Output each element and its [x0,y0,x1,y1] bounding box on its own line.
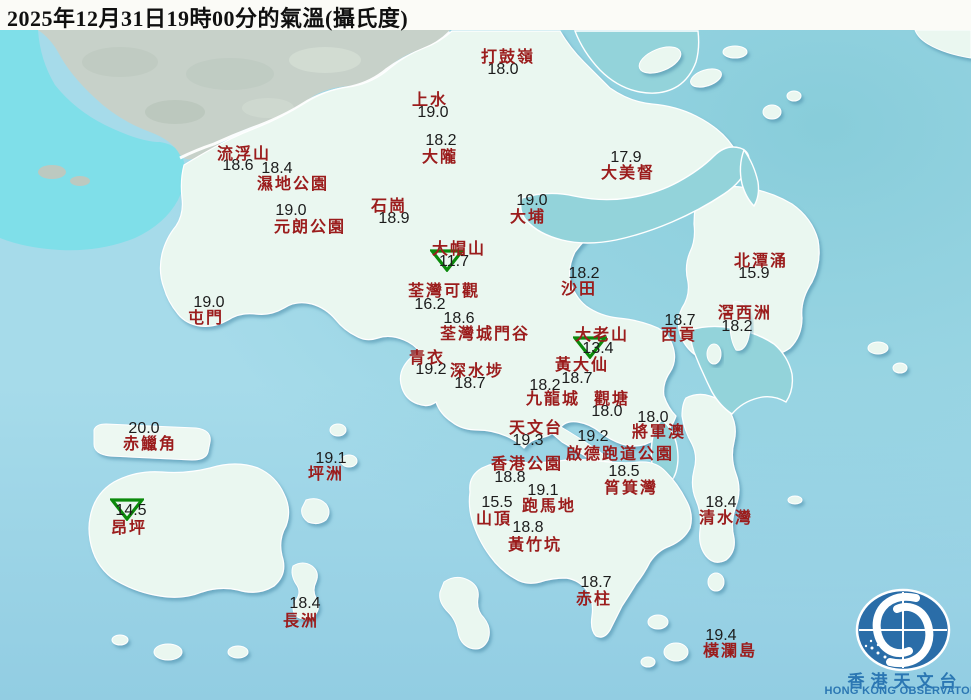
page-title: 2025年12月31日19時00分的氣溫(攝氏度) [7,6,409,31]
logo-english-text: HONG KONG OBSERVATORY [824,685,971,697]
hong-kong-map [0,0,971,700]
hko-logo [855,588,951,672]
lantau-island [88,463,290,598]
hko-temperature-map-page: 2025年12月31日19時00分的氣溫(攝氏度) 18.0 打鼓嶺 19.0 上水 1… [0,0,971,700]
peng-chau-island [340,454,358,468]
title-bar: 2025年12月31日19時00分的氣溫(攝氏度) [0,0,971,31]
tung-lung-island [707,572,725,592]
ninepin-islands [867,341,889,355]
tap-mun-island [762,104,782,120]
hei-ling-chau-island [301,498,330,525]
airport-platform [93,423,211,461]
sharp-island [706,343,722,365]
ma-wan-island [329,423,347,437]
po-toi-island [647,614,669,630]
kau-sai-chau-island [729,301,751,351]
soko-islands [153,643,183,661]
